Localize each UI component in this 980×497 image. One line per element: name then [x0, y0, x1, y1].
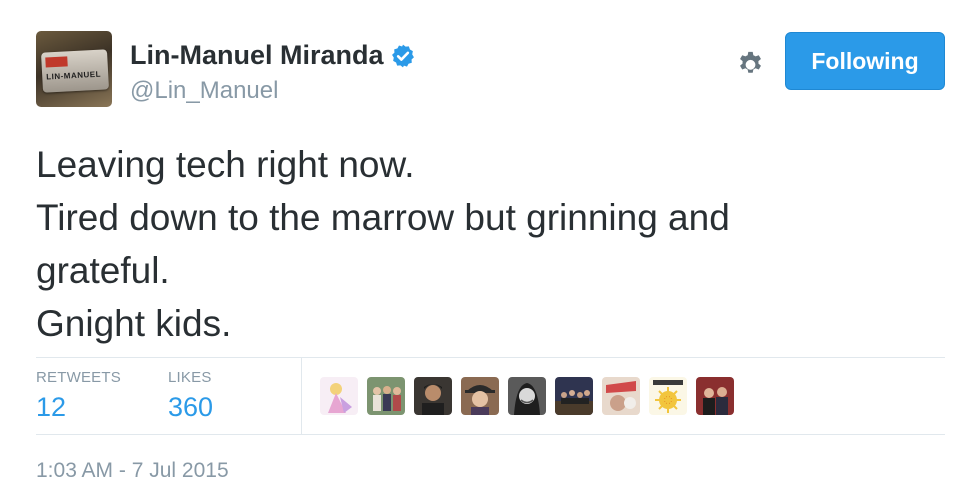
license-plate-image: LIN-MANUEL	[40, 49, 110, 93]
liker-avatar-7[interactable]	[602, 377, 640, 415]
liker-avatar-2[interactable]	[367, 377, 405, 415]
author-handle[interactable]: @Lin_Manuel	[130, 77, 278, 105]
stats-bottom-divider	[36, 434, 945, 435]
stats-divider	[301, 358, 302, 434]
liker-avatar-5[interactable]	[508, 377, 546, 415]
tweet-timestamp[interactable]: 1:03 AM - 7 Jul 2015	[36, 459, 229, 483]
liker-avatar-1[interactable]	[320, 377, 358, 415]
retweets-label: RETWEETS	[36, 369, 121, 386]
liker-avatar-9[interactable]	[696, 377, 734, 415]
avatar-plate-text: LIN-MANUEL	[46, 69, 102, 82]
likes-count[interactable]: 360	[168, 392, 213, 423]
liker-avatar-3[interactable]	[414, 377, 452, 415]
tweet-line: Gnight kids.	[36, 303, 232, 344]
liker-avatar-4[interactable]	[461, 377, 499, 415]
retweets-count[interactable]: 12	[36, 392, 121, 423]
author-name[interactable]: Lin-Manuel Miranda	[130, 40, 384, 71]
following-button[interactable]: Following	[785, 32, 945, 90]
liker-avatar-6[interactable]	[555, 377, 593, 415]
gear-icon[interactable]	[735, 48, 766, 79]
liker-avatar-8[interactable]	[649, 377, 687, 415]
verified-badge-icon	[391, 44, 414, 67]
likes-label: LIKES	[168, 369, 212, 386]
likes-stat[interactable]: LIKES 360	[168, 369, 213, 423]
tweet-text: Leaving tech right now. Tired down to th…	[36, 138, 936, 350]
retweets-stat[interactable]: RETWEETS 12	[36, 369, 121, 423]
plate-stripe	[45, 56, 68, 68]
likers-avatars	[320, 377, 743, 415]
tweet-line: grateful.	[36, 250, 170, 291]
stats-top-divider	[36, 357, 945, 358]
author-avatar[interactable]: LIN-MANUEL	[36, 31, 112, 107]
author-name-row: Lin-Manuel Miranda	[130, 40, 416, 71]
tweet-line: Leaving tech right now.	[36, 144, 415, 185]
tweet-line: Tired down to the marrow but grinning an…	[36, 197, 730, 238]
